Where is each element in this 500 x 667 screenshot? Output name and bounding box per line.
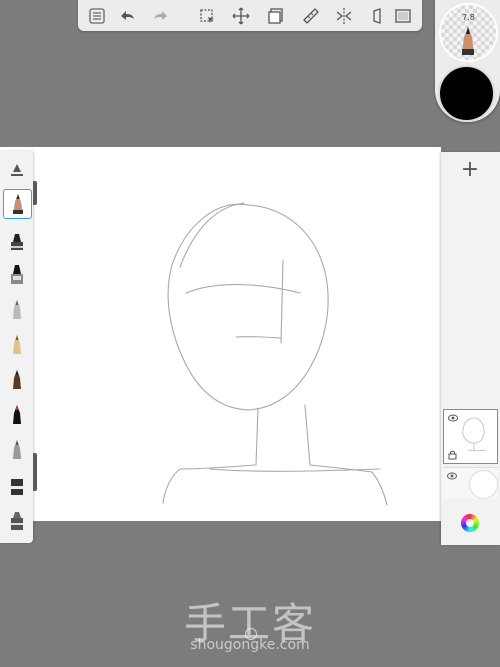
paint-brush-icon[interactable] xyxy=(3,261,30,289)
fill-icon[interactable] xyxy=(3,507,30,535)
layers-icon[interactable] xyxy=(265,5,287,27)
smudge-icon[interactable] xyxy=(3,436,30,464)
sketch-drawing xyxy=(162,202,388,506)
pencil-icon xyxy=(462,27,474,55)
eraser-icon[interactable] xyxy=(3,473,30,501)
visibility-eye-icon-background[interactable] xyxy=(447,472,457,480)
brush-size-label: 7.8 xyxy=(462,13,475,22)
background-color-swatch[interactable] xyxy=(469,470,498,499)
watermark-url: shougongke.com xyxy=(190,637,310,653)
ruler-icon[interactable] xyxy=(300,5,322,27)
airbrush-icon[interactable] xyxy=(3,296,30,324)
palette-handle[interactable] xyxy=(33,181,37,205)
layer-background[interactable] xyxy=(443,467,498,499)
layer-lock-icon[interactable] xyxy=(448,450,457,460)
fountain-pen-icon[interactable] xyxy=(3,366,30,394)
visibility-eye-icon[interactable] xyxy=(448,414,458,422)
fullscreen-icon[interactable] xyxy=(392,5,414,27)
select-icon[interactable] xyxy=(196,5,218,27)
drawing-canvas[interactable] xyxy=(0,147,441,521)
list-icon[interactable] xyxy=(86,5,108,27)
symmetry-icon[interactable] xyxy=(333,5,355,27)
pen-brush-icon[interactable] xyxy=(3,331,30,359)
brush-color-puck[interactable]: 7.8 xyxy=(435,0,500,122)
ink-pen-icon[interactable] xyxy=(3,401,30,429)
palette-handle-lower[interactable] xyxy=(33,453,37,491)
color-wheel-icon[interactable] xyxy=(461,514,479,532)
top-toolbar xyxy=(78,0,422,31)
pencil-brush-icon[interactable] xyxy=(3,189,32,219)
undo-icon[interactable] xyxy=(116,5,138,27)
brush-palette xyxy=(0,151,33,543)
color-swatch[interactable] xyxy=(438,65,495,122)
layer-thumbnail-sketch[interactable] xyxy=(443,409,498,464)
perspective-icon[interactable] xyxy=(366,5,388,27)
redo-icon[interactable] xyxy=(150,5,172,27)
brush-size-preview[interactable]: 7.8 xyxy=(439,3,498,62)
add-layer-button[interactable]: + xyxy=(447,155,493,183)
transform-icon[interactable] xyxy=(230,5,252,27)
marker-brush-icon[interactable] xyxy=(3,227,30,255)
ruler-brush-icon[interactable] xyxy=(3,156,30,184)
